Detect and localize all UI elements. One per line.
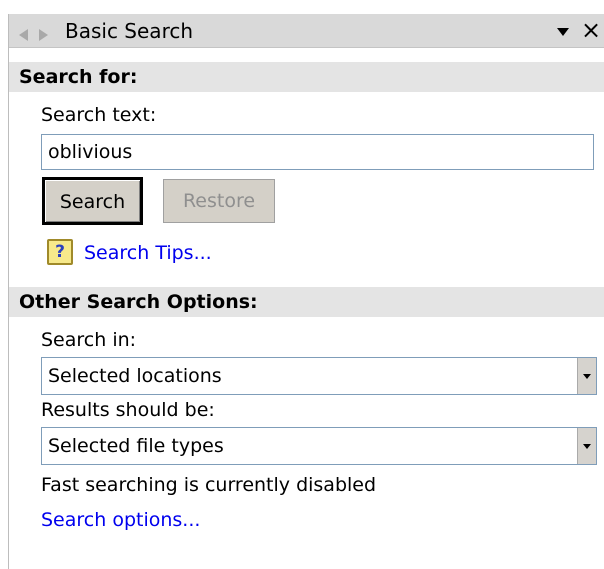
fast-search-status-text: Fast searching is currently disabled <box>41 474 377 496</box>
basic-search-pane: Basic Search × Search for: Search text: … <box>8 14 604 569</box>
search-in-select[interactable]: Selected locations <box>41 357 597 395</box>
other-search-options-header: Other Search Options: <box>9 287 604 317</box>
search-button[interactable]: Search <box>42 177 143 225</box>
forward-button[interactable] <box>35 18 53 44</box>
search-options-link[interactable]: Search options... <box>41 509 200 531</box>
search-for-header: Search for: <box>9 62 604 92</box>
pane-title: Basic Search <box>65 19 194 43</box>
restore-button: Restore <box>163 179 275 223</box>
close-icon[interactable]: × <box>581 17 601 43</box>
search-in-label: Search in: <box>41 329 137 351</box>
left-arrow-icon <box>19 29 28 41</box>
search-text-input[interactable] <box>41 134 594 170</box>
results-should-be-label: Results should be: <box>41 399 215 421</box>
chevron-down-icon[interactable] <box>557 28 569 36</box>
search-tips-link[interactable]: Search Tips... <box>84 242 212 264</box>
pane-title-bar: Basic Search × <box>9 14 604 48</box>
chevron-down-icon[interactable] <box>577 428 596 464</box>
help-icon[interactable]: ? <box>47 239 73 265</box>
right-arrow-icon <box>39 29 48 41</box>
results-should-be-select[interactable]: Selected file types <box>41 427 597 465</box>
chevron-down-icon[interactable] <box>577 358 596 394</box>
search-text-label: Search text: <box>41 104 157 126</box>
search-in-value: Selected locations <box>48 365 222 387</box>
results-should-be-value: Selected file types <box>48 435 224 457</box>
back-button[interactable] <box>15 18 33 44</box>
